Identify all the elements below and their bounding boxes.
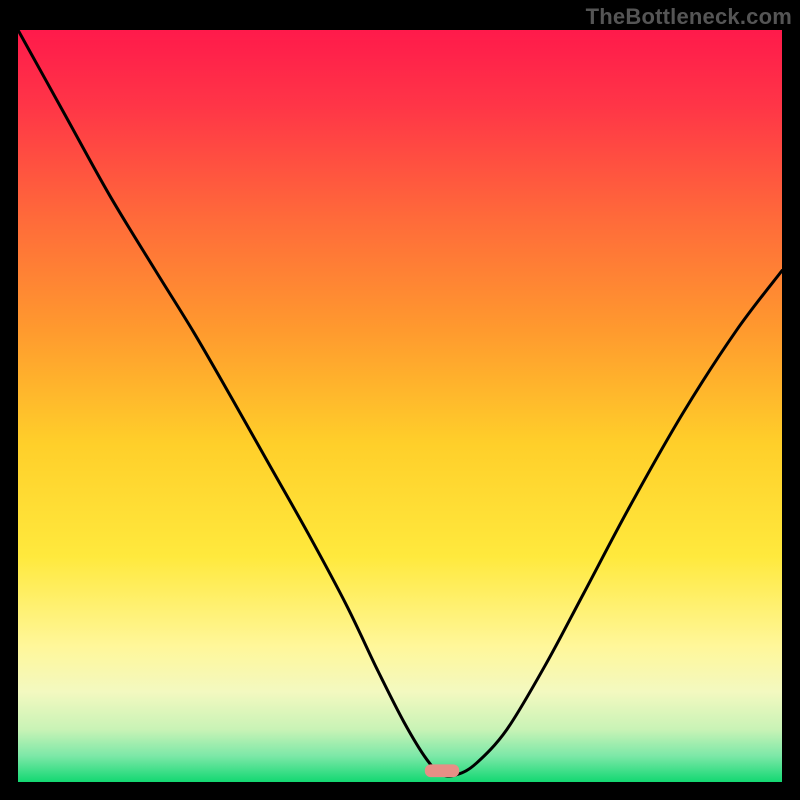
optimum-marker [425,764,459,777]
bottleneck-curve-chart [0,0,800,800]
plot-background [18,30,782,782]
chart-frame: TheBottleneck.com [0,0,800,800]
watermark-label: TheBottleneck.com [586,4,792,30]
